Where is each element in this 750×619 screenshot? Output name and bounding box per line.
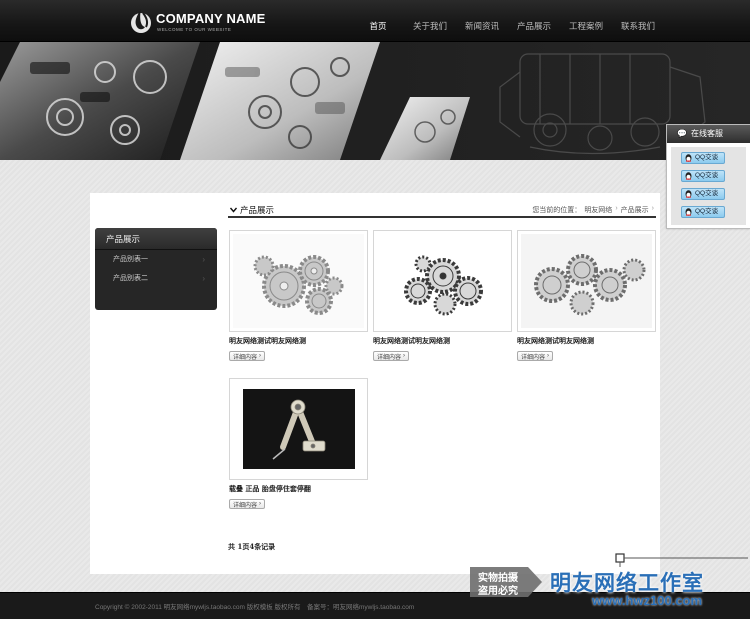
hinge-image [242,389,355,469]
site-header: COMPANY NAME WELCOME TO OUR WEBSITE 首页 关… [0,0,750,42]
details-button-label: 详细内容 [521,354,546,361]
chevron-right-icon: › [259,501,262,507]
shop-watermark: 实物拍摄 盗用必究 明友网络工作室 www.hwz100.com [470,553,750,619]
chevron-down-icon [230,207,237,213]
chevron-right-icon: › [259,353,262,359]
qq-chat-label: QQ交谈 [695,154,719,161]
nav-about[interactable]: 关于我们 [404,0,456,42]
product-title[interactable]: 明友网络测试明友网络测 [373,336,512,346]
company-tagline: WELCOME TO OUR WEBSITE [157,27,232,32]
pager-suffix: 条记录 [254,542,276,551]
chevron-right-icon: › [403,353,406,359]
chevron-right-icon: › [202,274,205,283]
copyright-text: Copyright © 2002-2011 明友网络mywljs.taobao.… [95,604,415,611]
qq-chat-button-2[interactable]: QQ交谈 [681,170,725,182]
breadcrumb-separator-icon: › [651,205,654,212]
details-button[interactable]: 详细内容 › [229,499,266,509]
product-list-area: 产品展示 您当前的位置： 明友网络 › 产品展示 › 明友网络测试明友网络测 详… [228,193,656,574]
main-content-box: 产品展示 产品别表一 › 产品别表二 › 产品展示 您当前的位置： 明友网络 ›… [90,193,660,574]
product-image-frame[interactable] [229,230,368,332]
sidebar-item-label: 产品别表二 [113,275,148,282]
sidebar-item-category-1[interactable]: 产品别表一 › [95,250,217,269]
qq-chat-button-1[interactable]: QQ交谈 [681,152,725,164]
main-nav: 首页 关于我们 新闻资讯 产品展示 工程案例 联系我们 [352,0,664,42]
qq-penguin-icon [685,172,692,180]
product-card-2: 明友网络测试明友网络测 详细内容 › [373,230,512,370]
breadcrumb-home[interactable]: 明友网络 [584,205,612,215]
hero-banner [0,42,750,160]
service-title: 在线客服 [690,129,723,138]
watermark-url: www.hwz100.com [592,593,703,608]
product-title[interactable]: 明友网络测试明友网络测 [229,336,368,346]
product-image[interactable] [521,234,652,328]
watermark-left-line2: 盗用必究 [478,586,518,597]
service-header: 💬 在线客服 [667,125,750,143]
engine-banner-image [0,42,750,160]
product-image-frame[interactable] [517,230,656,332]
breadcrumb-prefix: 您当前的位置： [532,207,582,214]
content-header: 产品展示 您当前的位置： 明友网络 › 产品展示 › [228,202,656,218]
qq-penguin-icon [685,208,692,216]
section-title-text: 产品展示 [240,205,275,215]
qq-chat-label: QQ交谈 [695,190,719,197]
qq-chat-label: QQ交谈 [695,172,719,179]
qq-penguin-icon [685,190,692,198]
sidebar-title: 产品展示 [95,228,217,250]
product-image-frame[interactable] [229,378,368,480]
gears-image [403,255,483,316]
qq-chat-button-3[interactable]: QQ交谈 [681,188,725,200]
details-button[interactable]: 详细内容 › [373,351,410,361]
gears-image [253,255,343,315]
breadcrumb: 您当前的位置： 明友网络 › 产品展示 › [532,205,654,215]
product-card-4: 载叠 正品 胎盘停住套停翻 详细内容 › [229,378,368,518]
qq-penguin-icon [685,154,692,162]
drop-logo-icon [131,9,151,33]
nav-home[interactable]: 首页 [352,0,404,42]
pagination-summary: 共 1页4条记录 [228,542,275,552]
details-button-label: 详细内容 [377,354,402,361]
product-image[interactable] [233,382,364,476]
sidebar-item-category-2[interactable]: 产品别表二 › [95,269,217,288]
product-image-frame[interactable] [373,230,512,332]
sidebar-item-label: 产品别表一 [113,256,148,263]
details-button-label: 详细内容 [233,502,258,509]
product-card-3: 明友网络测试明友网络测 详细内容 › [517,230,656,370]
details-button[interactable]: 详细内容 › [517,351,554,361]
chat-bubble-icon: 💬 [677,129,687,138]
breadcrumb-separator-icon: › [615,205,618,212]
chevron-right-icon: › [202,255,205,264]
nav-contact[interactable]: 联系我们 [612,0,664,42]
company-name: COMPANY NAME [156,11,266,26]
product-image[interactable] [233,234,364,328]
online-service-panel: 💬 在线客服 QQ交谈 QQ交谈 QQ交谈 QQ交谈 [666,124,750,229]
chevron-right-icon: › [547,353,550,359]
qq-chat-label: QQ交谈 [695,208,719,215]
breadcrumb-products[interactable]: 产品展示 [621,205,649,215]
nav-cases[interactable]: 工程案例 [560,0,612,42]
product-category-sidebar: 产品展示 产品别表一 › 产品别表二 › [95,228,217,310]
product-title[interactable]: 载叠 正品 胎盘停住套停翻 [229,484,368,494]
section-title: 产品展示 [230,204,274,216]
nav-products[interactable]: 产品展示 [508,0,560,42]
details-button[interactable]: 详细内容 › [229,351,266,361]
product-title[interactable]: 明友网络测试明友网络测 [517,336,656,346]
qq-chat-button-4[interactable]: QQ交谈 [681,206,725,218]
service-list: QQ交谈 QQ交谈 QQ交谈 QQ交谈 [671,147,746,225]
product-image[interactable] [377,234,508,328]
details-button-label: 详细内容 [233,354,258,361]
logo[interactable]: COMPANY NAME WELCOME TO OUR WEBSITE [130,8,270,36]
product-card-1: 明友网络测试明友网络测 详细内容 › [229,230,368,370]
gears-image [533,254,645,316]
nav-news[interactable]: 新闻资讯 [456,0,508,42]
